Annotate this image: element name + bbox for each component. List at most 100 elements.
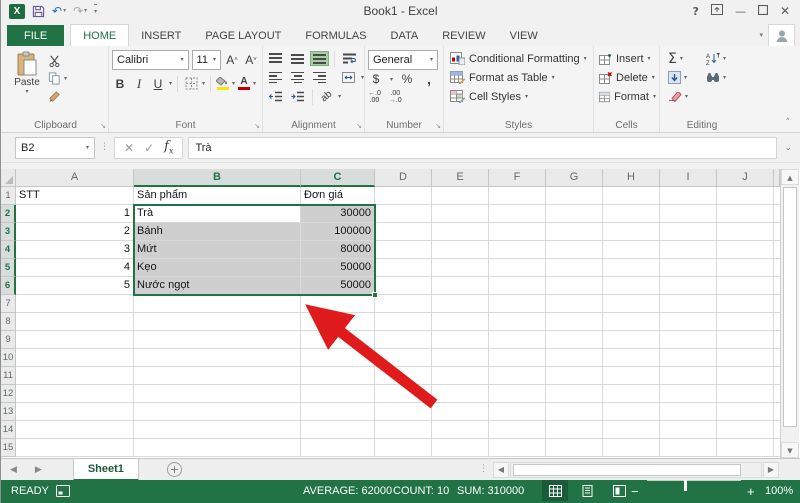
cell-G1[interactable] [546, 187, 603, 205]
cell-F11[interactable] [489, 367, 546, 385]
cell-I15[interactable] [660, 439, 717, 457]
cell-styles-button[interactable]: Cell Styles ▾ [450, 87, 590, 106]
row-header-9[interactable]: 9 [1, 331, 16, 349]
cell-A10[interactable] [16, 349, 134, 367]
cell-F14[interactable] [489, 421, 546, 439]
tab-view[interactable]: VIEW [498, 25, 550, 46]
sheet-tab-sheet1[interactable]: Sheet1 [72, 458, 139, 481]
formula-input[interactable]: Trà [188, 136, 778, 159]
cell-I14[interactable] [660, 421, 717, 439]
cell-C7[interactable] [301, 295, 375, 313]
cell-H14[interactable] [603, 421, 660, 439]
cell-A13[interactable] [16, 403, 134, 421]
cell-E10[interactable] [432, 349, 489, 367]
cell-D15[interactable] [375, 439, 432, 457]
cell-B14[interactable] [134, 421, 301, 439]
cell-H3[interactable] [603, 223, 660, 241]
cell-E14[interactable] [432, 421, 489, 439]
insert-function-icon[interactable]: fx [164, 139, 173, 156]
shrink-font-button[interactable]: A ˅ [243, 51, 259, 69]
cell-A1[interactable]: STT [16, 187, 134, 205]
percent-style-button[interactable]: % [399, 70, 415, 88]
cell-F4[interactable] [489, 241, 546, 259]
cell-I13[interactable] [660, 403, 717, 421]
cell-E5[interactable] [432, 259, 489, 277]
customize-qat-button[interactable]: ▾ [94, 4, 98, 18]
cell-H11[interactable] [603, 367, 660, 385]
accounting-dropdown[interactable]: ▾ [390, 76, 393, 83]
font-color-dropdown[interactable]: ▾ [253, 80, 256, 87]
cell-F2[interactable] [489, 205, 546, 223]
cell-F8[interactable] [489, 313, 546, 331]
cell-B5[interactable]: Kẹo [134, 259, 301, 277]
column-header-H[interactable]: H [603, 169, 660, 187]
cell-G8[interactable] [546, 313, 603, 331]
cell-D14[interactable] [375, 421, 432, 439]
cell-A6[interactable]: 5 [16, 277, 134, 295]
cell-D13[interactable] [375, 403, 432, 421]
cell-C15[interactable] [301, 439, 375, 457]
borders-dropdown[interactable]: ▾ [202, 80, 205, 87]
column-header-F[interactable]: F [489, 169, 546, 187]
column-header-C[interactable]: C [301, 169, 375, 187]
merge-dropdown[interactable]: ▾ [361, 74, 364, 81]
row-header-7[interactable]: 7 [1, 295, 16, 313]
orientation-button[interactable]: ab [318, 89, 335, 105]
cell-I5[interactable] [660, 259, 717, 277]
font-color-button[interactable]: A [238, 76, 251, 90]
cell-G5[interactable] [546, 259, 603, 277]
copy-button[interactable]: ▾ [48, 71, 67, 86]
cell-D8[interactable] [375, 313, 432, 331]
cell-B1[interactable]: Sản phẩm [134, 187, 301, 205]
cell-I7[interactable] [660, 295, 717, 313]
chevron-down-icon[interactable]: ▾ [759, 31, 763, 39]
cell-F12[interactable] [489, 385, 546, 403]
cell-J11[interactable] [717, 367, 774, 385]
cell-E4[interactable] [432, 241, 489, 259]
clear-button[interactable]: ▾ [668, 87, 704, 106]
cell-H1[interactable] [603, 187, 660, 205]
cell-I11[interactable] [660, 367, 717, 385]
row-header-11[interactable]: 11 [1, 367, 16, 385]
cell-H2[interactable] [603, 205, 660, 223]
cell-A12[interactable] [16, 385, 134, 403]
cell-C13[interactable] [301, 403, 375, 421]
cell-E2[interactable] [432, 205, 489, 223]
cell-E12[interactable] [432, 385, 489, 403]
cell-E13[interactable] [432, 403, 489, 421]
font-size-select[interactable]: 11 ▾ [191, 49, 221, 70]
cell-E11[interactable] [432, 367, 489, 385]
tab-formulas[interactable]: FORMULAS [293, 25, 378, 46]
row-header-4[interactable]: 4 [1, 241, 16, 259]
column-header-I[interactable]: I [660, 169, 717, 187]
cell-I3[interactable] [660, 223, 717, 241]
font-dialog-launcher[interactable]: ↘ [254, 122, 260, 130]
cell-C14[interactable] [301, 421, 375, 439]
cell-G13[interactable] [546, 403, 603, 421]
cell-E9[interactable] [432, 331, 489, 349]
cell-I12[interactable] [660, 385, 717, 403]
tab-review[interactable]: REVIEW [430, 25, 497, 46]
tab-insert[interactable]: INSERT [129, 25, 193, 46]
cell-J15[interactable] [717, 439, 774, 457]
cancel-formula-icon[interactable]: ✕ [124, 141, 134, 155]
zoom-slider-thumb[interactable] [684, 480, 687, 491]
cell-H4[interactable] [603, 241, 660, 259]
cell-A9[interactable] [16, 331, 134, 349]
cell-G14[interactable] [546, 421, 603, 439]
paste-button[interactable]: Paste ▾ [6, 49, 48, 104]
fill-color-dropdown[interactable]: ▾ [232, 80, 235, 87]
cell-G9[interactable] [546, 331, 603, 349]
cell-I9[interactable] [660, 331, 717, 349]
underline-button[interactable]: U [150, 75, 166, 93]
formula-bar-splitter[interactable]: ⋮ [100, 143, 109, 152]
bottom-align-button[interactable] [310, 51, 329, 66]
sort-filter-button[interactable]: AZ ▾ [706, 49, 740, 68]
undo-button[interactable]: ↶ ▾ [52, 5, 66, 17]
cell-G15[interactable] [546, 439, 603, 457]
format-as-table-button[interactable]: Format as Table ▾ [450, 68, 590, 87]
cell-A7[interactable] [16, 295, 134, 313]
cell-B11[interactable] [134, 367, 301, 385]
clipboard-dialog-launcher[interactable]: ↘ [100, 122, 106, 130]
cell-C9[interactable] [301, 331, 375, 349]
